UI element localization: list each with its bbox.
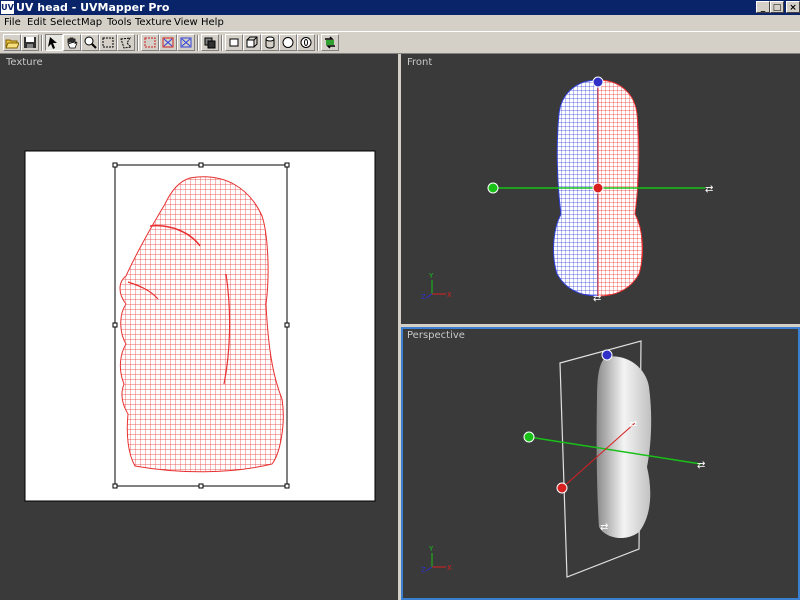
gizmo-x-label: X <box>447 291 452 299</box>
axis-gizmo <box>425 553 446 572</box>
toolbar-separator <box>41 35 43 51</box>
lasso-select-button[interactable] <box>117 34 135 51</box>
menu-select[interactable]: Select <box>50 16 81 30</box>
front-pane[interactable]: Front ⇄ ⇄ Y X Z <box>401 54 800 324</box>
x-axis-handle-left[interactable] <box>487 182 499 194</box>
menu-edit[interactable]: Edit <box>27 16 46 30</box>
toolbar-separator <box>317 35 319 51</box>
menu-file[interactable]: File <box>4 16 21 30</box>
toolbar <box>0 31 800 54</box>
gizmo-y-label: Y <box>428 272 434 280</box>
cube-primitive-icon <box>246 36 258 48</box>
apply-map-button[interactable] <box>321 34 339 51</box>
select-invert-icon <box>162 37 174 48</box>
save-icon <box>24 37 36 48</box>
perspective-y-handle[interactable] <box>601 349 613 361</box>
perspective-viewport[interactable]: ⇄ ⇄ ⇄ Y X Z <box>401 327 800 600</box>
gizmo-y-label: Y <box>428 545 434 553</box>
zoom-icon <box>84 36 97 49</box>
select-all-button[interactable] <box>177 34 195 51</box>
perspective-pane[interactable]: Perspective ⇄ ⇄ ⇄ Y X Z <box>401 327 800 600</box>
app-icon[interactable]: UV <box>1 1 14 14</box>
torus-primitive-icon <box>300 37 312 48</box>
marquee-select-icon <box>102 37 114 48</box>
pan-hand-icon <box>67 37 78 49</box>
apply-map-icon <box>325 36 335 49</box>
select-arrow-button[interactable] <box>45 34 63 51</box>
torus-primitive-button[interactable] <box>297 34 315 51</box>
title-bar[interactable]: UV UV head - UVMapper Pro _ □ × <box>0 0 800 15</box>
menu-tools[interactable]: Tools <box>107 16 132 30</box>
menu-map[interactable]: Map <box>81 16 102 30</box>
lasso-select-icon <box>120 37 133 49</box>
perspective-y-rotate-icon[interactable]: ⇄ <box>600 522 608 533</box>
close-button[interactable]: × <box>786 1 800 13</box>
y-axis-handle-top[interactable] <box>592 76 604 88</box>
cylinder-primitive-icon <box>265 36 275 49</box>
front-viewport[interactable]: ⇄ ⇄ Y X Z <box>401 54 800 324</box>
toolbar-separator <box>221 35 223 51</box>
axis-gizmo <box>425 280 446 299</box>
sphere-primitive-icon <box>282 37 294 48</box>
minimize-button[interactable]: _ <box>756 1 770 13</box>
save-button[interactable] <box>21 34 39 51</box>
open-icon <box>5 39 19 49</box>
select-none-button[interactable] <box>141 34 159 51</box>
maximize-button[interactable]: □ <box>770 1 784 13</box>
y-axis-rotate-icon[interactable]: ⇄ <box>593 293 601 304</box>
perspective-x-rotate-icon[interactable]: ⇄ <box>697 460 705 471</box>
marquee-select-button[interactable] <box>99 34 117 51</box>
perspective-center-handle[interactable] <box>556 482 568 494</box>
cylinder-primitive-button[interactable] <box>261 34 279 51</box>
toolbar-separator <box>197 35 199 51</box>
menu-help[interactable]: Help <box>201 16 224 30</box>
front-view-button[interactable] <box>201 34 219 51</box>
window-title: UV head - UVMapper Pro <box>16 1 170 14</box>
front-view-icon <box>204 37 216 49</box>
gizmo-z-label: Z <box>421 566 426 574</box>
x-axis-rotate-icon[interactable]: ⇄ <box>705 184 713 195</box>
pan-hand-button[interactable] <box>63 34 81 51</box>
select-none-icon <box>144 37 156 48</box>
center-handle[interactable] <box>592 182 604 194</box>
sphere-primitive-button[interactable] <box>279 34 297 51</box>
select-arrow-icon <box>48 37 57 49</box>
zoom-button[interactable] <box>81 34 99 51</box>
perspective-x-handle[interactable] <box>523 431 535 443</box>
gizmo-x-label: X <box>447 564 452 572</box>
cube-primitive-button[interactable] <box>243 34 261 51</box>
box-primitive-icon <box>229 38 239 47</box>
menu-texture[interactable]: Texture <box>135 16 172 30</box>
texture-canvas[interactable] <box>0 54 398 600</box>
toolbar-separator <box>137 35 139 51</box>
gizmo-z-label: Z <box>421 293 426 301</box>
menu-view[interactable]: View <box>174 16 198 30</box>
select-all-icon <box>180 37 192 48</box>
box-primitive-button[interactable] <box>225 34 243 51</box>
menu-bar: File Edit Select Map Tools Texture View … <box>0 15 800 31</box>
select-invert-button[interactable] <box>159 34 177 51</box>
open-button[interactable] <box>3 34 21 51</box>
perspective-z-rotate-icon[interactable]: ⇄ <box>629 419 637 430</box>
texture-pane[interactable]: Texture <box>0 54 398 600</box>
head-model-shaded[interactable] <box>596 356 652 539</box>
